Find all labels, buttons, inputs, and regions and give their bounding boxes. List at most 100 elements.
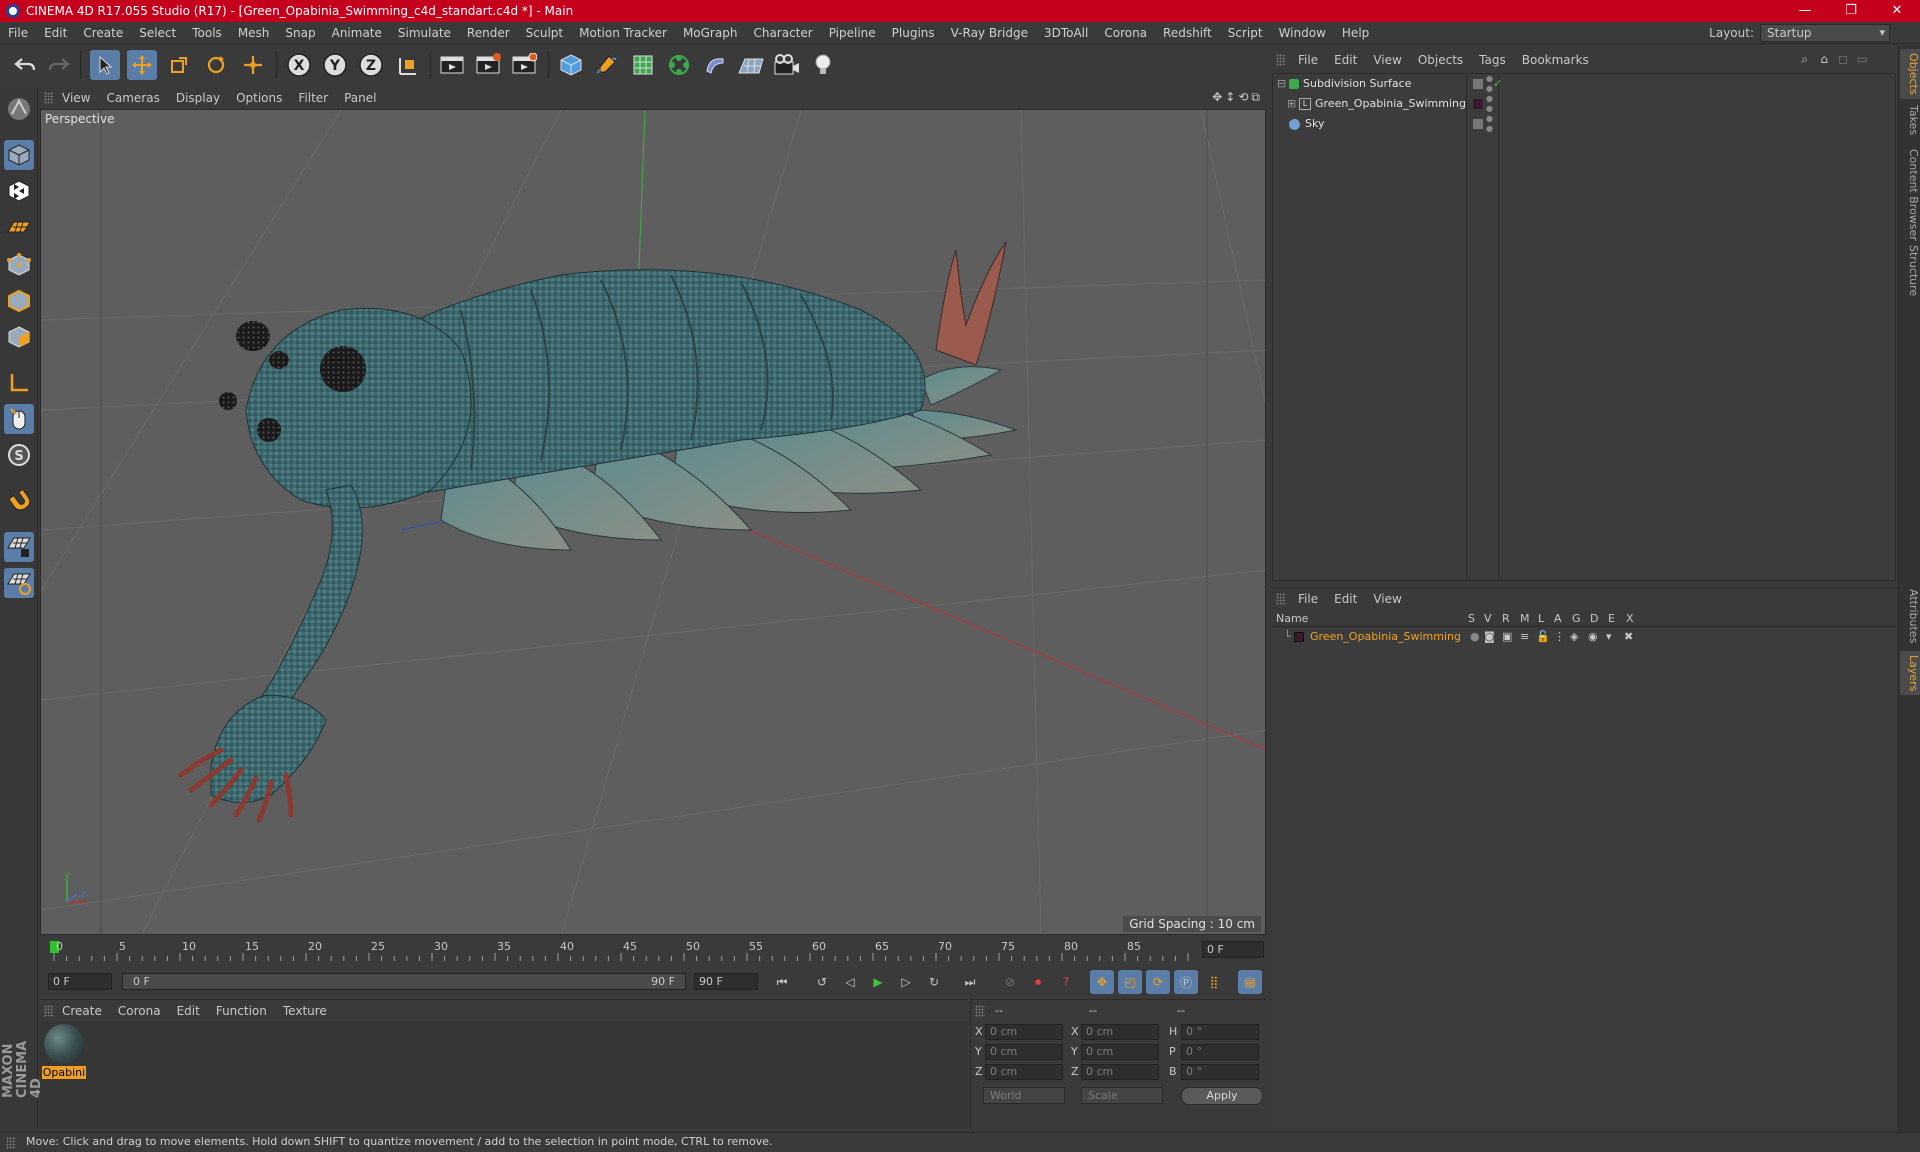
tab-attributes[interactable]: Attributes: [1900, 585, 1920, 647]
cloner-icon[interactable]: [664, 50, 694, 80]
objects-menu-edit[interactable]: Edit: [1326, 49, 1365, 71]
restore-icon[interactable]: ❐: [1828, 0, 1874, 22]
column-solo[interactable]: S: [1468, 612, 1475, 625]
size-z-field[interactable]: 0 cm: [1081, 1064, 1159, 1080]
previous-frame-icon[interactable]: ◁: [838, 970, 862, 994]
model-mode-icon[interactable]: [4, 140, 34, 170]
solo-toggle-icon[interactable]: ●: [1470, 628, 1480, 646]
autokey-icon[interactable]: ⏺: [1026, 970, 1050, 994]
viewport-menu-filter[interactable]: Filter: [290, 88, 336, 108]
tweak-mode-icon[interactable]: [4, 404, 34, 434]
key-rotation-icon[interactable]: ⟳: [1146, 970, 1170, 994]
subdivision-surface-icon[interactable]: [628, 50, 658, 80]
edges-mode-icon[interactable]: [4, 286, 34, 316]
workplane-lock-icon[interactable]: [4, 568, 34, 598]
viewport-menu-view[interactable]: View: [54, 88, 98, 108]
layers-menu-file[interactable]: File: [1290, 588, 1326, 610]
menu-mesh[interactable]: Mesh: [230, 22, 278, 44]
xref-toggle-icon[interactable]: ✖: [1624, 628, 1633, 646]
column-generators[interactable]: G: [1572, 612, 1581, 625]
objects-menu-bookmarks[interactable]: Bookmarks: [1514, 49, 1597, 71]
collapse-toggle-icon[interactable]: ⊟: [1277, 74, 1286, 94]
render-settings-icon[interactable]: [509, 50, 539, 80]
column-deformers[interactable]: D: [1590, 612, 1598, 625]
layers-menu-edit[interactable]: Edit: [1326, 588, 1365, 610]
menu-character[interactable]: Character: [745, 22, 820, 44]
layer-tag-icon[interactable]: [1473, 79, 1483, 89]
viewport-move-icon[interactable]: ✥: [1212, 90, 1222, 105]
viewport-rotate-icon[interactable]: ⟲: [1238, 90, 1248, 105]
key-point-level-icon[interactable]: ⣿: [1202, 970, 1226, 994]
animation-toggle-icon[interactable]: ⋮: [1554, 628, 1565, 646]
material-menu-texture[interactable]: Texture: [275, 1000, 335, 1022]
menu-plugins[interactable]: Plugins: [884, 22, 943, 44]
make-editable-icon[interactable]: [4, 94, 34, 124]
deformers-toggle-icon[interactable]: ◉: [1588, 628, 1598, 646]
size-mode-dropdown[interactable]: Scale: [1081, 1087, 1163, 1104]
y-axis-lock-button[interactable]: Y: [320, 50, 350, 80]
pen-spline-icon[interactable]: [592, 50, 622, 80]
light-icon[interactable]: [808, 50, 838, 80]
column-locked[interactable]: L: [1538, 612, 1544, 625]
magnet-snap-icon[interactable]: [4, 486, 34, 516]
frame-range-slider[interactable]: 0 F 90 F: [122, 973, 686, 990]
workplane-mode-icon[interactable]: [4, 212, 34, 242]
keyframe-selection-icon[interactable]: ?: [1054, 970, 1078, 994]
viewport-zoom-icon[interactable]: ↕: [1225, 90, 1235, 105]
render-to-picture-viewer-icon[interactable]: [473, 50, 503, 80]
viewport-menu-options[interactable]: Options: [228, 88, 290, 108]
menu-sculpt[interactable]: Sculpt: [518, 22, 571, 44]
menu-simulate[interactable]: Simulate: [390, 22, 459, 44]
search-icon[interactable]: ⌕: [1801, 52, 1808, 67]
menu-3dtoall[interactable]: 3DToAll: [1036, 22, 1096, 44]
column-animation[interactable]: A: [1554, 612, 1562, 625]
key-parameter-icon[interactable]: Ⓟ: [1174, 970, 1198, 994]
lock-toggle-icon[interactable]: 🔓: [1536, 628, 1550, 646]
redo-icon[interactable]: [44, 50, 74, 80]
visibility-dots-icon[interactable]: ● ●: [1486, 74, 1493, 94]
material-menu-edit[interactable]: Edit: [169, 1000, 208, 1022]
cube-primitive-icon[interactable]: [556, 50, 586, 80]
size-y-field[interactable]: 0 cm: [1081, 1044, 1159, 1060]
expand-toggle-icon[interactable]: ⊞: [1287, 94, 1296, 114]
menu-motion-tracker[interactable]: Motion Tracker: [571, 22, 675, 44]
object-row-subdivision-surface[interactable]: ⊟ Subdivision Surface ● ● ✓: [1273, 74, 1895, 94]
timeline-ruler[interactable]: 051015202530354045505560657075808590 0 F: [40, 937, 1266, 963]
material-thumbnail[interactable]: Opabini: [42, 1024, 86, 1079]
column-xref[interactable]: X: [1626, 612, 1634, 625]
enabled-check-icon[interactable]: ✓: [1493, 74, 1502, 94]
record-keys-icon[interactable]: ⊘: [998, 970, 1022, 994]
visibility-dots-icon[interactable]: ● ●: [1486, 114, 1493, 134]
texture-mode-icon[interactable]: [4, 176, 34, 206]
objects-menu-tags[interactable]: Tags: [1471, 49, 1514, 71]
menu-corona[interactable]: Corona: [1096, 22, 1155, 44]
objects-menu-file[interactable]: File: [1290, 49, 1326, 71]
position-y-field[interactable]: 0 cm: [985, 1044, 1063, 1060]
expressions-toggle-icon[interactable]: ▾: [1606, 628, 1612, 646]
3d-viewport[interactable]: y z Perspective Grid Spacing : 10 cm: [40, 109, 1266, 935]
collapse-icon[interactable]: ▭: [1857, 52, 1868, 66]
render-toggle-icon[interactable]: ▣: [1502, 628, 1512, 646]
next-frame-icon[interactable]: ▷: [894, 970, 918, 994]
column-manager[interactable]: M: [1520, 612, 1530, 625]
visibility-dots-icon[interactable]: ● ●: [1486, 94, 1493, 114]
material-menu-function[interactable]: Function: [208, 1000, 275, 1022]
column-view[interactable]: V: [1484, 612, 1492, 625]
close-icon[interactable]: ✕: [1874, 0, 1920, 22]
manager-toggle-icon[interactable]: ≡: [1520, 628, 1529, 646]
layers-menu-view[interactable]: View: [1365, 588, 1409, 610]
layout-dropdown[interactable]: Startup: [1760, 24, 1890, 42]
position-z-field[interactable]: 0 cm: [985, 1064, 1063, 1080]
end-frame-field[interactable]: 90 F: [694, 973, 758, 990]
rotation-p-field[interactable]: 0 °: [1181, 1044, 1259, 1060]
opabinia-model[interactable]: [178, 241, 1018, 823]
menu-pipeline[interactable]: Pipeline: [821, 22, 884, 44]
menu-edit[interactable]: Edit: [36, 22, 75, 44]
rotate-tool-icon[interactable]: [201, 50, 231, 80]
view-toggle-icon[interactable]: ◙: [1484, 628, 1495, 646]
menu-create[interactable]: Create: [75, 22, 131, 44]
floor-icon[interactable]: [736, 50, 766, 80]
menu-file[interactable]: File: [0, 22, 36, 44]
menu-render[interactable]: Render: [459, 22, 518, 44]
viewport-menu-cameras[interactable]: Cameras: [98, 88, 167, 108]
